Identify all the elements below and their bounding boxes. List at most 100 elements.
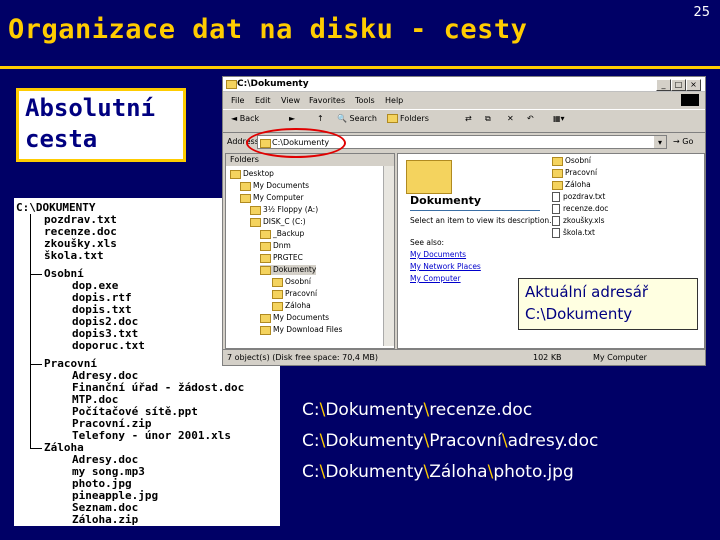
- current-directory-callout: Aktuální adresář C:\Dokumenty: [518, 278, 698, 330]
- folder-tree-label: PRGTEC: [273, 253, 303, 262]
- window-titlebar[interactable]: C:\Dokumenty _ □ ×: [223, 77, 705, 92]
- menu-help[interactable]: Help: [385, 96, 403, 105]
- folder-tree-item[interactable]: Osobní: [272, 277, 311, 287]
- link-my-documents[interactable]: My Documents: [410, 250, 466, 259]
- folder-tree-item[interactable]: Záloha: [272, 301, 311, 311]
- folder-tree-label: Záloha: [285, 301, 311, 310]
- folders-pane: Folders Desktop My Documents My Computer…: [225, 153, 395, 349]
- folder-icon: [226, 80, 237, 89]
- file-item[interactable]: Osobní: [552, 156, 591, 166]
- tree-file: Záloha.zip: [72, 513, 139, 526]
- address-dropdown-icon[interactable]: ▾: [654, 136, 666, 148]
- absolute-path-label: Absolutní cesta: [16, 88, 186, 162]
- tree-branch: [30, 274, 42, 275]
- folder-icon: [260, 313, 271, 323]
- file-item[interactable]: zkoušky.xls: [552, 216, 605, 226]
- folders-button[interactable]: Folders: [387, 114, 429, 123]
- folder-tree-label: My Documents: [253, 181, 310, 190]
- folder-tree-item[interactable]: 3½ Floppy (A:): [250, 205, 318, 215]
- folder-icon: [240, 181, 251, 191]
- file-label: Pracovní: [565, 168, 598, 177]
- path-part: Záloha: [429, 462, 488, 482]
- file-label: Záloha: [565, 180, 591, 189]
- search-button[interactable]: 🔍 Search: [337, 114, 377, 123]
- folder-tree-item[interactable]: My Documents: [240, 181, 309, 191]
- menu-file[interactable]: File: [231, 96, 244, 105]
- forward-button[interactable]: ►: [289, 114, 295, 123]
- delete-button[interactable]: ✕: [507, 114, 514, 123]
- go-button[interactable]: → Go: [673, 137, 693, 146]
- file-item[interactable]: Pracovní: [552, 168, 597, 178]
- folder-tree-item[interactable]: PRGTEC: [260, 253, 303, 263]
- folder-tree-item[interactable]: My Documents: [260, 313, 329, 323]
- folder-icon: [260, 325, 271, 335]
- path-part: recenze.doc: [429, 400, 533, 420]
- file-item[interactable]: recenze.doc: [552, 204, 608, 214]
- current-dir-line2: C:\Dokumenty: [525, 305, 633, 323]
- folder-icon: [272, 277, 283, 287]
- file-label: pozdrav.txt: [563, 192, 606, 201]
- link-my-computer[interactable]: My Computer: [410, 274, 461, 283]
- menu-edit[interactable]: Edit: [255, 96, 271, 105]
- status-location: My Computer: [593, 353, 647, 362]
- info-text: Select an item to view its description.: [410, 216, 552, 225]
- folder-tree-label: My Download Files: [273, 325, 343, 334]
- views-button[interactable]: ▦▾: [553, 114, 565, 123]
- file-item[interactable]: pozdrav.txt: [552, 192, 605, 202]
- folder-tree-item[interactable]: DISK_C (C:): [250, 217, 306, 227]
- tree-file: škola.txt: [44, 249, 104, 262]
- slide-title: Organizace dat na disku - cesty: [8, 14, 528, 45]
- status-size: 102 KB: [533, 353, 562, 362]
- drive-icon: [250, 217, 261, 227]
- status-bar: 7 object(s) (Disk free space: 70,4 MB) 1…: [223, 349, 705, 365]
- file-label: zkoušky.xls: [563, 216, 605, 225]
- close-button[interactable]: ×: [686, 79, 701, 91]
- folder-icon: [260, 229, 271, 239]
- folder-tree-label: 3½ Floppy (A:): [263, 205, 319, 214]
- folders-label: Folders: [400, 114, 429, 123]
- file-label: recenze.doc: [563, 204, 609, 213]
- windows-logo-icon: [681, 94, 699, 106]
- folder-tree-label: Dokumenty: [273, 265, 317, 274]
- folder-tree-item[interactable]: Dnm: [260, 241, 291, 251]
- path-part: Dokumenty: [325, 431, 424, 451]
- menu-tools[interactable]: Tools: [355, 96, 375, 105]
- search-label: Search: [349, 114, 377, 123]
- folder-tree-item[interactable]: My Download Files: [260, 325, 342, 335]
- path-part: Dokumenty: [325, 400, 424, 420]
- path-part: photo.jpg: [493, 462, 574, 482]
- link-my-network-places[interactable]: My Network Places: [410, 262, 481, 271]
- folder-tree-item[interactable]: _Backup: [260, 229, 304, 239]
- folder-tree-label: _Backup: [273, 229, 305, 238]
- folder-icon: [552, 156, 563, 166]
- file-label: Osobní: [565, 156, 591, 165]
- file-item[interactable]: škola.txt: [552, 228, 595, 238]
- up-button[interactable]: ↑: [317, 114, 324, 123]
- folder-tree-item-selected[interactable]: Dokumenty: [260, 265, 317, 275]
- path-part: C:: [302, 431, 320, 451]
- copy-to-button[interactable]: ⧉: [485, 114, 491, 124]
- minimize-button[interactable]: _: [656, 79, 671, 91]
- folder-tree-item[interactable]: Pracovní: [272, 289, 317, 299]
- tree-file: doporuc.txt: [72, 339, 145, 352]
- folder-tree-item[interactable]: Desktop: [230, 169, 274, 179]
- menu-view[interactable]: View: [281, 96, 300, 105]
- folders-scrollbar[interactable]: [383, 166, 394, 346]
- window-title: C:\Dokumenty: [237, 79, 309, 89]
- folder-tree-label: Pracovní: [285, 289, 318, 298]
- absolute-label-line1: Absolutní: [25, 94, 156, 122]
- menu-bar: File Edit View Favorites Tools Help: [223, 93, 705, 107]
- menu-favorites[interactable]: Favorites: [309, 96, 345, 105]
- file-item[interactable]: Záloha: [552, 180, 591, 190]
- path-example-1: C:\Dokumenty\recenze.doc: [302, 400, 532, 420]
- folder-tree-label: DISK_C (C:): [263, 217, 306, 226]
- back-label: Back: [239, 114, 260, 123]
- folder-tree-item[interactable]: My Computer: [240, 193, 304, 203]
- current-dir-line1: Aktuální adresář: [525, 283, 649, 301]
- undo-button[interactable]: ↶: [527, 114, 534, 123]
- back-button[interactable]: ◄ Back: [231, 114, 259, 123]
- maximize-button[interactable]: □: [671, 79, 686, 91]
- move-to-button[interactable]: ⇄: [465, 114, 472, 123]
- page-number: 25: [693, 5, 710, 20]
- folder-tree-label: Dnm: [273, 241, 291, 250]
